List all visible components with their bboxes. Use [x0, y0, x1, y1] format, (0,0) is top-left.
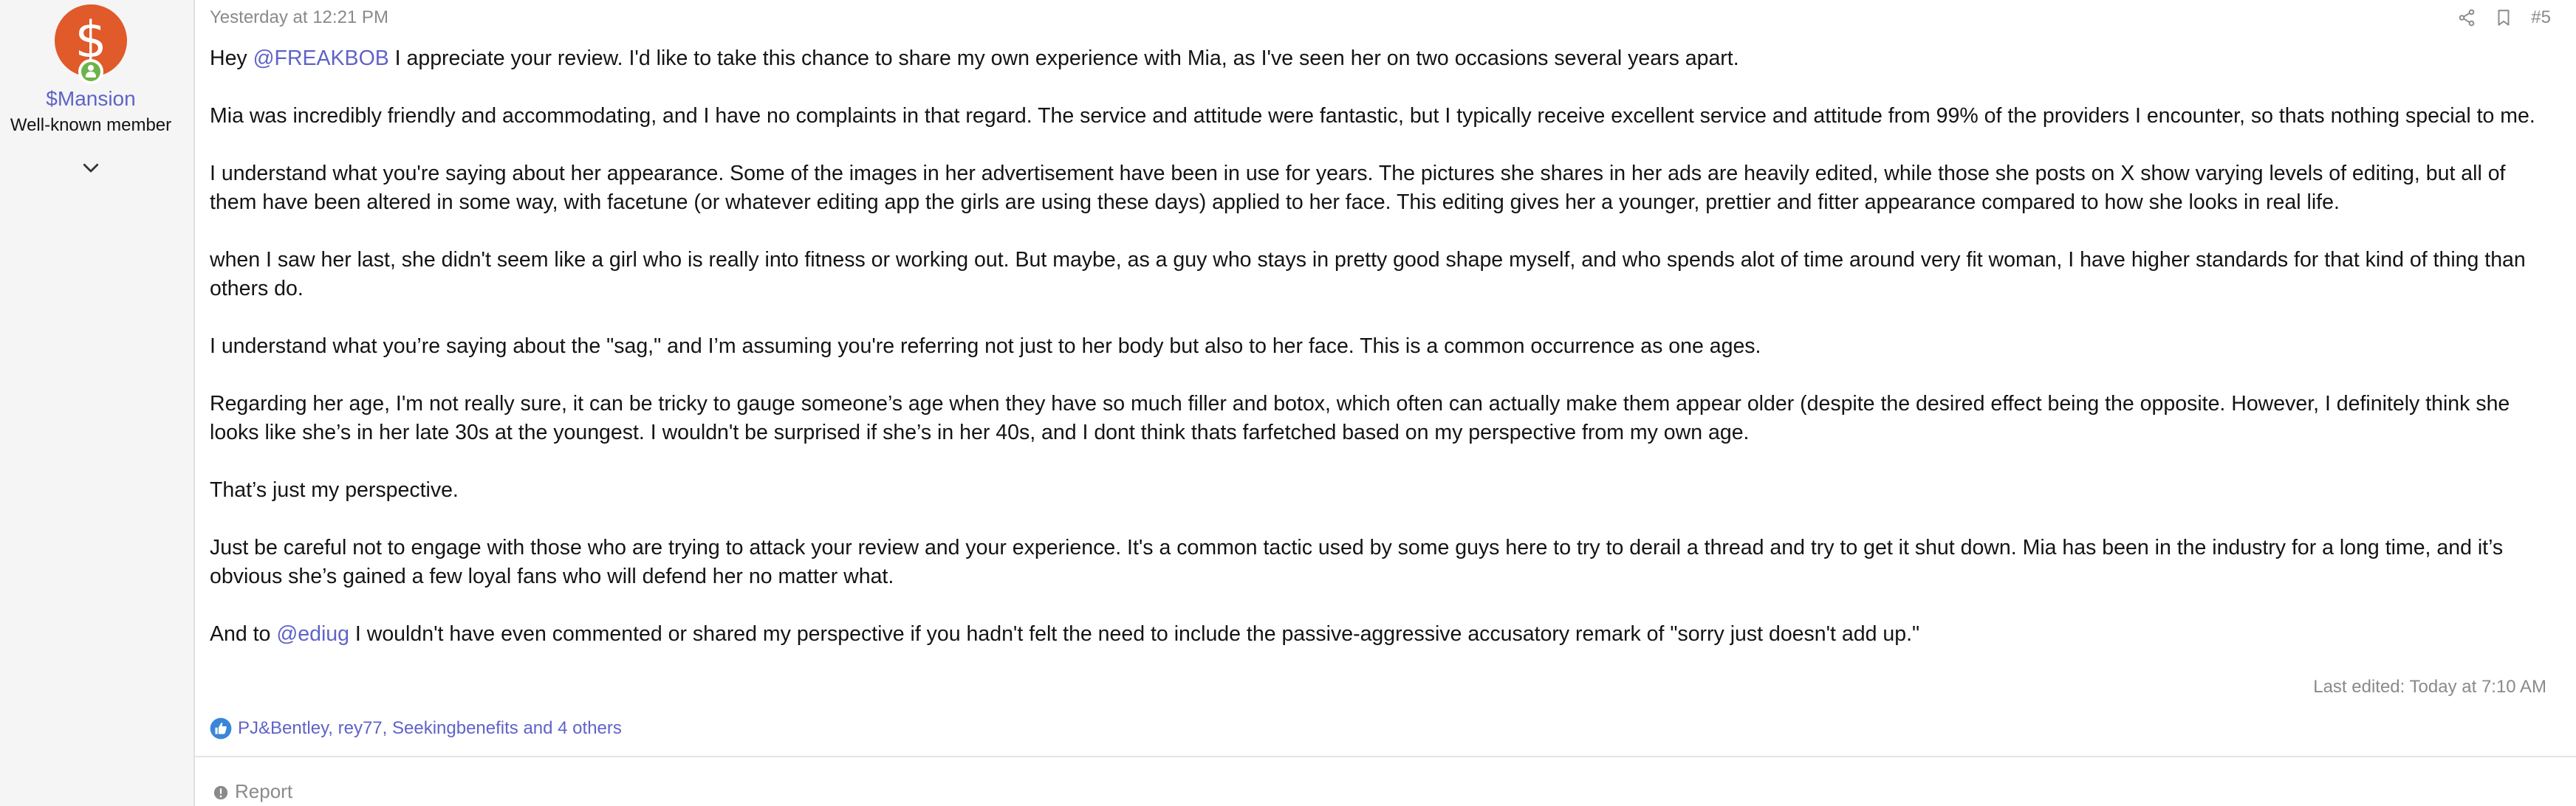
paragraph: Just be careful not to engage with those… [210, 536, 2504, 588]
report-link[interactable]: Report [213, 779, 292, 803]
last-edited-text: Last edited: Today at 7:10 AM [2313, 677, 2546, 697]
username-link[interactable]: $Mansion [0, 87, 182, 111]
share-icon[interactable] [2457, 8, 2476, 27]
post-header: Yesterday at 12:21 PM #5 [210, 6, 2558, 30]
paragraph: I understand what you're saying about he… [210, 162, 2506, 214]
mention-link[interactable]: @FREAKBOB [253, 46, 389, 70]
paragraph: And to @ediug I wouldn't have even comme… [210, 622, 1920, 646]
report-icon [213, 783, 229, 800]
reactions-bar[interactable]: PJ&Bentley, rey77, Seekingbenefits and 4… [210, 716, 622, 741]
report-label: Report [235, 779, 293, 802]
like-icon [210, 717, 232, 740]
post-footer-divider [195, 756, 2576, 757]
post-date-link[interactable]: Yesterday at 12:21 PM [210, 7, 388, 28]
online-status-icon [78, 59, 103, 84]
paragraph: That’s just my perspective. [210, 478, 459, 502]
post-number-link[interactable]: #5 [2531, 7, 2551, 28]
post-actions: #5 [2439, 6, 2551, 30]
bookmark-icon[interactable] [2494, 8, 2513, 27]
paragraph: Hey @FREAKBOB I appreciate your review. … [210, 46, 1739, 70]
user-title: Well-known member [10, 115, 172, 135]
user-sidebar: $ $Mansion Well-known member [0, 0, 195, 806]
mention-link[interactable]: @ediug [276, 622, 349, 646]
reactions-list-link[interactable]: PJ&Bentley, rey77, Seekingbenefits and 4… [238, 718, 622, 739]
paragraph: I understand what you’re saying about th… [210, 334, 1761, 358]
post-body: Hey @FREAKBOB I appreciate your review. … [210, 44, 2546, 678]
paragraph: Mia was incredibly friendly and accommod… [210, 104, 2535, 128]
paragraph: when I saw her last, she didn't seem lik… [210, 248, 2526, 300]
chevron-down-icon[interactable] [80, 156, 102, 179]
paragraph: Regarding her age, I'm not really sure, … [210, 392, 2510, 444]
